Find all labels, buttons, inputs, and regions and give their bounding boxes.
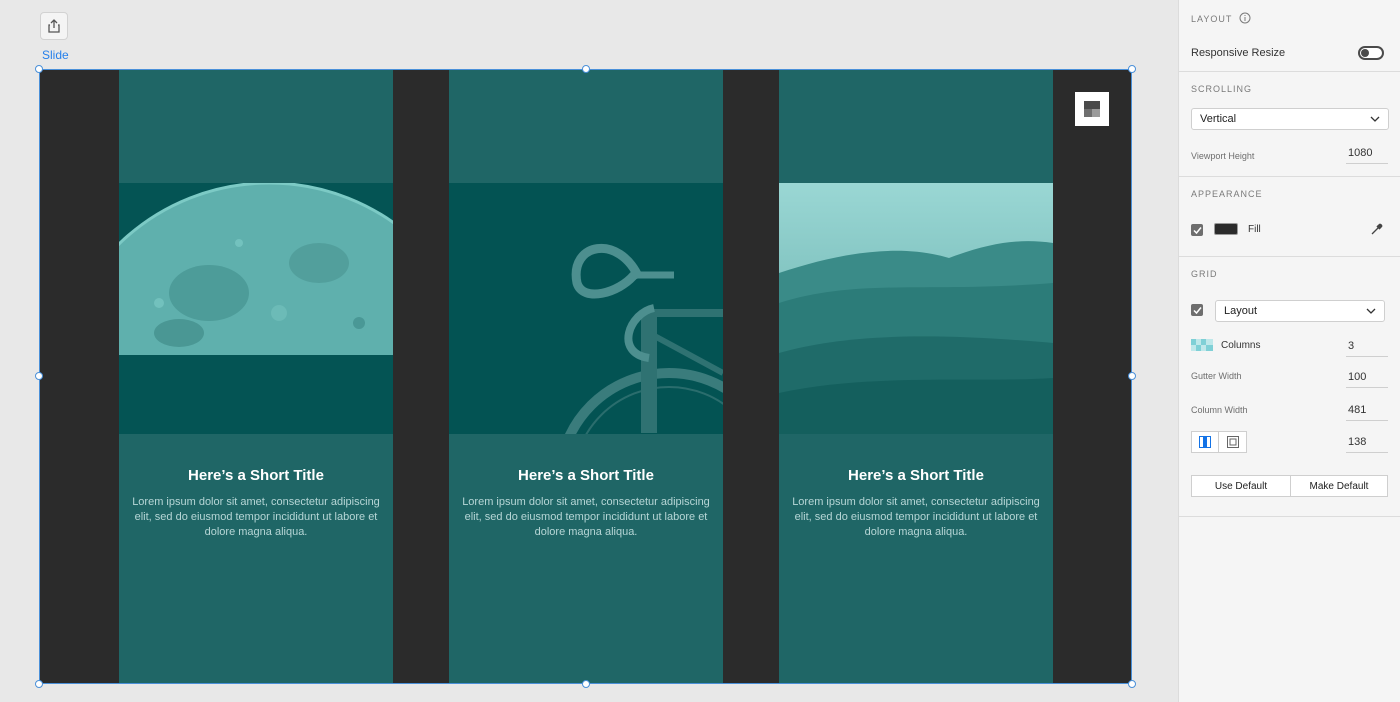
resize-handle-top-left[interactable] (35, 65, 43, 73)
fill-label: Fill (1248, 224, 1261, 235)
section-title: LAYOUT (1191, 14, 1233, 24)
share-button[interactable] (40, 12, 68, 40)
checkmark-icon (1192, 306, 1202, 314)
resize-handle-bottom-right[interactable] (1128, 680, 1136, 688)
chevron-down-icon (1366, 308, 1376, 314)
resize-handle-bottom[interactable] (582, 680, 590, 688)
gutter-width-label: Gutter Width (1191, 371, 1242, 381)
grid-checkbox[interactable] (1191, 304, 1203, 316)
resize-handle-left[interactable] (35, 372, 43, 380)
resize-handle-top-right[interactable] (1128, 65, 1136, 73)
unlinked-margins-icon (1226, 436, 1239, 448)
grid-type-value: Layout (1224, 305, 1258, 317)
share-icon (48, 19, 60, 33)
grid-section: GRID Layout Columns 3 Gutter Width 100 C… (1179, 257, 1400, 517)
card-title: Here’s a Short Title (188, 467, 324, 484)
appearance-section: APPEARANCE Fill (1179, 177, 1400, 257)
column-width-input[interactable]: 481 (1346, 404, 1388, 421)
section-title: APPEARANCE (1191, 189, 1263, 199)
info-icon[interactable] (1239, 12, 1251, 24)
card-body: Lorem ipsum dolor sit amet, consectetur … (462, 496, 710, 538)
margin-mode-toggle (1191, 431, 1247, 453)
card-title: Here’s a Short Title (848, 467, 984, 484)
linked-margins-icon (1199, 436, 1211, 448)
use-default-button[interactable]: Use Default (1191, 475, 1291, 497)
eyedropper-icon[interactable] (1370, 222, 1384, 236)
card-image-bicycle (449, 183, 723, 434)
resize-handle-top[interactable] (582, 65, 590, 73)
scrolling-section: SCROLLING Vertical Viewport Height 1080 (1179, 72, 1400, 177)
resize-handle-bottom-left[interactable] (35, 680, 43, 688)
grid-type-select[interactable]: Layout (1215, 300, 1385, 322)
columns-input[interactable]: 3 (1346, 340, 1388, 357)
viewport-height-input[interactable]: 1080 (1346, 147, 1388, 164)
card-1[interactable]: Here’s a Short Title Lorem ipsum dolor s… (119, 70, 393, 683)
viewport-height-label: Viewport Height (1191, 151, 1255, 161)
card-image-moon (119, 183, 393, 434)
card-image-desert (779, 183, 1053, 434)
resize-handle-right[interactable] (1128, 372, 1136, 380)
canvas: Slide Here’s a Short Title Lorem ipsum d… (0, 0, 1178, 702)
checkmark-icon (1192, 226, 1202, 234)
margin-input[interactable]: 138 (1346, 436, 1388, 453)
section-title: GRID (1191, 269, 1218, 279)
card-3[interactable]: Here’s a Short Title Lorem ipsum dolor s… (779, 70, 1053, 683)
layout-section: LAYOUT Responsive Resize (1179, 0, 1400, 72)
layout-grid-icon[interactable] (1075, 92, 1109, 126)
unlinked-margins-button[interactable] (1219, 432, 1246, 452)
gutter-width-input[interactable]: 100 (1346, 371, 1388, 388)
card-2[interactable]: Here’s a Short Title Lorem ipsum dolor s… (449, 70, 723, 683)
card-body: Lorem ipsum dolor sit amet, consectetur … (792, 496, 1040, 538)
card-body: Lorem ipsum dolor sit amet, consectetur … (132, 496, 380, 538)
section-title: SCROLLING (1191, 84, 1253, 94)
card-title: Here’s a Short Title (518, 467, 654, 484)
fill-checkbox[interactable] (1191, 224, 1203, 236)
artboard-slide[interactable]: Here’s a Short Title Lorem ipsum dolor s… (39, 69, 1132, 684)
scrolling-mode-select[interactable]: Vertical (1191, 108, 1389, 130)
column-width-label: Column Width (1191, 405, 1248, 415)
property-inspector: LAYOUT Responsive Resize SCROLLING Verti… (1178, 0, 1400, 702)
scrolling-mode-value: Vertical (1200, 113, 1237, 125)
columns-color-swatch-icon[interactable] (1191, 339, 1213, 351)
responsive-resize-label: Responsive Resize (1191, 47, 1286, 59)
make-default-button[interactable]: Make Default (1290, 475, 1388, 497)
responsive-resize-toggle[interactable] (1358, 46, 1384, 60)
fill-color-swatch[interactable] (1214, 223, 1238, 235)
linked-margins-button[interactable] (1192, 432, 1219, 452)
artboard-name[interactable]: Slide (42, 48, 69, 62)
columns-label: Columns (1221, 340, 1261, 351)
chevron-down-icon (1370, 116, 1380, 122)
